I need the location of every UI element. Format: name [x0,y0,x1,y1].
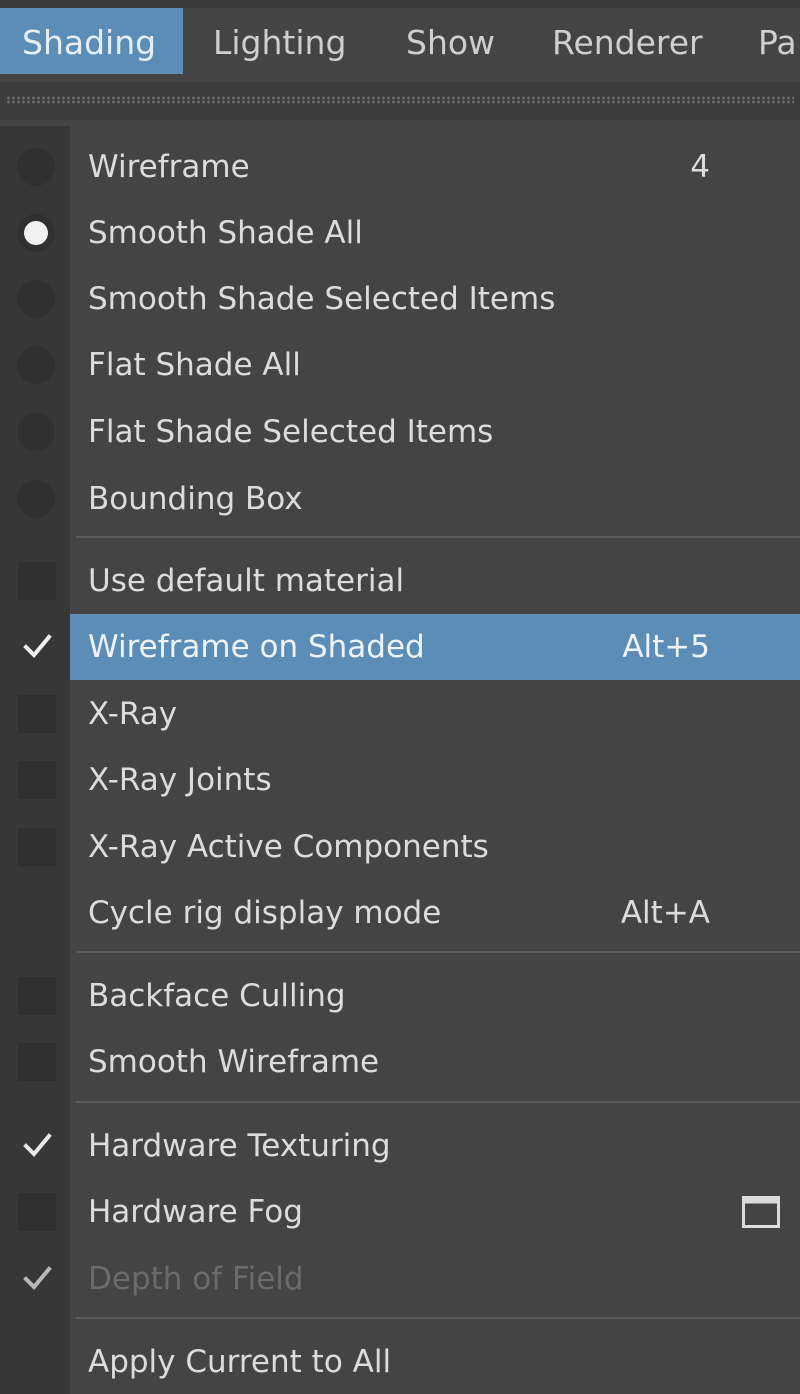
menu-item-hardware-texturing[interactable]: Hardware Texturing [0,1113,800,1179]
radio-icon [17,480,55,518]
menu-item-flat-shade-all[interactable]: Flat Shade All [0,332,800,398]
menubar-renderer[interactable]: Renderer [552,8,703,74]
menu-item-label: Cycle rig display mode [88,895,442,931]
menu-item-xray[interactable]: X-Ray [0,681,800,747]
checkbox-icon [18,562,56,600]
menu-item-smooth-shade-selected[interactable]: Smooth Shade Selected Items [0,266,800,332]
menu-separator [76,536,800,538]
menu-item-label: X-Ray Joints [88,762,272,798]
menubar-panels[interactable]: Pa [758,8,797,74]
menu-item-label: Wireframe on Shaded [88,629,425,665]
menu-item-depth-of-field: Depth of Field [0,1246,800,1312]
checkmark-icon [23,634,52,658]
radio-icon [17,280,55,318]
menu-item-label: Use default material [88,563,405,599]
menu-item-label: X-Ray Active Components [88,829,489,865]
menu-item-xray-active-components[interactable]: X-Ray Active Components [0,814,800,880]
menu-item-wireframe-on-shaded[interactable]: Wireframe on Shaded Alt+5 [0,614,800,680]
checkbox-icon [18,1043,56,1081]
menu-item-xray-joints[interactable]: X-Ray Joints [0,747,800,813]
menu-item-label: Smooth Shade Selected Items [88,281,556,317]
menu-item-label: Hardware Texturing [88,1128,391,1164]
menu-item-label: Bounding Box [88,481,303,517]
menu-item-cycle-rig-display-mode[interactable]: Cycle rig display mode Alt+A [0,880,800,946]
menubar-show[interactable]: Show [406,8,495,74]
menu-item-shortcut: 4 [690,149,710,185]
option-box-icon[interactable] [742,1196,780,1228]
menu-item-backface-culling[interactable]: Backface Culling [0,963,800,1029]
radio-icon [17,413,55,451]
menu-separator [76,951,800,953]
viewport-panel-menu: Shading Lighting Show Renderer Pa Wirefr… [0,0,800,1394]
menu-item-bounding-box[interactable]: Bounding Box [0,466,800,532]
menubar-shading[interactable]: Shading [0,8,183,74]
menubar-lighting[interactable]: Lighting [213,8,346,74]
radio-selected-icon [17,214,55,252]
menu-item-smooth-wireframe[interactable]: Smooth Wireframe [0,1029,800,1095]
menu-separator [76,1101,800,1103]
menu-item-shortcut: Alt+A [620,895,710,931]
checkbox-icon [18,695,56,733]
menu-item-label: Apply Current to All [88,1344,392,1380]
checkbox-icon [18,761,56,799]
menu-item-label: Flat Shade All [88,347,301,383]
menu-tearoff-handle[interactable] [0,82,800,120]
menu-item-label: Hardware Fog [88,1194,303,1230]
shading-menu: Wireframe 4 Smooth Shade All Smooth Shad… [0,126,800,1394]
checkmark-icon [23,1266,52,1290]
menu-item-label: Smooth Shade All [88,215,363,251]
checkbox-icon [18,977,56,1015]
checkmark-icon [23,1133,52,1157]
menu-item-smooth-shade-all[interactable]: Smooth Shade All [0,200,800,266]
radio-icon [17,346,55,384]
menu-item-label: X-Ray [88,696,178,732]
checkbox-icon [18,828,56,866]
menu-item-label: Depth of Field [88,1261,304,1297]
menu-item-apply-current-to-all[interactable]: Apply Current to All [0,1329,800,1394]
radio-icon [17,148,55,186]
menu-item-wireframe[interactable]: Wireframe 4 [0,134,800,200]
checkbox-icon [18,1193,56,1231]
tearoff-dots [6,96,794,104]
menu-item-use-default-material[interactable]: Use default material [0,548,800,614]
menu-item-flat-shade-selected[interactable]: Flat Shade Selected Items [0,399,800,465]
menu-item-shortcut: Alt+5 [622,629,710,665]
menu-item-label: Flat Shade Selected Items [88,414,494,450]
menu-item-hardware-fog[interactable]: Hardware Fog [0,1179,800,1245]
panel-menubar: Shading Lighting Show Renderer Pa [0,0,800,74]
menu-item-label: Smooth Wireframe [88,1044,380,1080]
menu-item-label: Wireframe [88,149,250,185]
menu-separator [76,1317,800,1319]
menu-item-label: Backface Culling [88,978,346,1014]
